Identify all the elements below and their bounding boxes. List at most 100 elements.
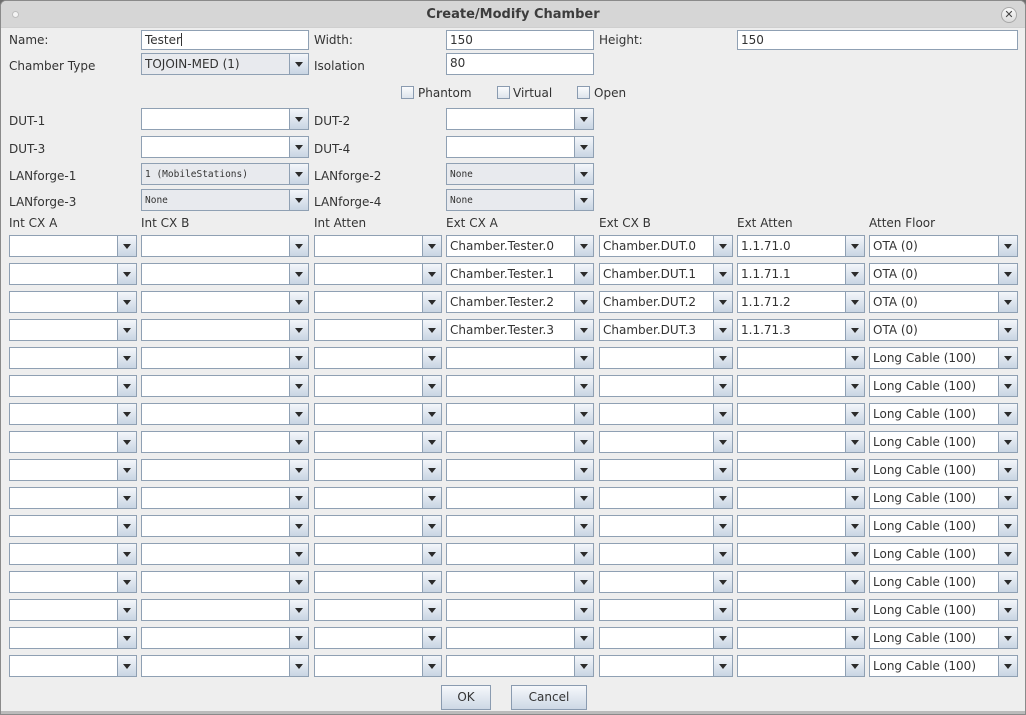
ok-button[interactable]: OK [441, 685, 491, 710]
dut3-select[interactable] [141, 136, 309, 158]
chevron-down-icon[interactable] [713, 516, 732, 536]
phantom-checkbox[interactable] [401, 86, 414, 99]
chevron-down-icon[interactable] [117, 600, 136, 620]
atten-floor-select[interactable]: OTA (0) [869, 291, 1018, 313]
int-cx-b-select[interactable] [141, 235, 309, 257]
int-cx-b-select[interactable] [141, 655, 309, 677]
ext-atten-select[interactable] [737, 515, 865, 537]
int-atten-select[interactable] [314, 487, 442, 509]
atten-floor-select[interactable]: Long Cable (100) [869, 599, 1018, 621]
chevron-down-icon[interactable] [117, 376, 136, 396]
chevron-down-icon[interactable] [422, 572, 441, 592]
ext-cx-b-select[interactable]: Chamber.DUT.1 [599, 263, 733, 285]
chevron-down-icon[interactable] [998, 516, 1017, 536]
atten-floor-select[interactable]: Long Cable (100) [869, 347, 1018, 369]
atten-floor-select[interactable]: OTA (0) [869, 319, 1018, 341]
chevron-down-icon[interactable] [845, 544, 864, 564]
chevron-down-icon[interactable] [422, 544, 441, 564]
ext-cx-b-select[interactable]: Chamber.DUT.2 [599, 291, 733, 313]
int-cx-b-select[interactable] [141, 571, 309, 593]
dut2-select[interactable] [446, 108, 594, 130]
ext-cx-a-select[interactable] [446, 571, 594, 593]
chevron-down-icon[interactable] [713, 600, 732, 620]
atten-floor-select[interactable]: Long Cable (100) [869, 571, 1018, 593]
int-cx-b-select[interactable] [141, 627, 309, 649]
chevron-down-icon[interactable] [289, 572, 308, 592]
chevron-down-icon[interactable] [422, 656, 441, 676]
ext-atten-select[interactable] [737, 431, 865, 453]
chevron-down-icon[interactable] [845, 320, 864, 340]
chevron-down-icon[interactable] [289, 137, 308, 157]
chevron-down-icon[interactable] [289, 292, 308, 312]
chevron-down-icon[interactable] [845, 264, 864, 284]
atten-floor-select[interactable]: Long Cable (100) [869, 487, 1018, 509]
ext-cx-b-select[interactable] [599, 655, 733, 677]
int-cx-b-select[interactable] [141, 291, 309, 313]
int-cx-a-select[interactable] [9, 319, 137, 341]
ext-cx-b-select[interactable] [599, 571, 733, 593]
chevron-down-icon[interactable] [117, 432, 136, 452]
chevron-down-icon[interactable] [574, 656, 593, 676]
int-cx-a-select[interactable] [9, 487, 137, 509]
ext-cx-a-select[interactable] [446, 375, 594, 397]
lanforge3-select[interactable]: None [141, 189, 309, 211]
chevron-down-icon[interactable] [713, 376, 732, 396]
chevron-down-icon[interactable] [845, 404, 864, 424]
ext-atten-select[interactable]: 1.1.71.3 [737, 319, 865, 341]
int-atten-select[interactable] [314, 319, 442, 341]
chevron-down-icon[interactable] [845, 376, 864, 396]
lanforge4-select[interactable]: None [446, 189, 594, 211]
ext-cx-a-select[interactable] [446, 459, 594, 481]
int-cx-a-select[interactable] [9, 291, 137, 313]
chevron-down-icon[interactable] [117, 572, 136, 592]
chevron-down-icon[interactable] [998, 404, 1017, 424]
int-cx-a-select[interactable] [9, 375, 137, 397]
ext-cx-b-select[interactable] [599, 627, 733, 649]
chevron-down-icon[interactable] [289, 164, 308, 184]
int-cx-b-select[interactable] [141, 375, 309, 397]
chevron-down-icon[interactable] [289, 516, 308, 536]
dut4-select[interactable] [446, 136, 594, 158]
ext-cx-b-select[interactable] [599, 347, 733, 369]
int-atten-select[interactable] [314, 515, 442, 537]
chevron-down-icon[interactable] [117, 516, 136, 536]
int-cx-a-select[interactable] [9, 347, 137, 369]
int-atten-select[interactable] [314, 235, 442, 257]
virtual-checkbox[interactable] [497, 86, 510, 99]
chevron-down-icon[interactable] [422, 460, 441, 480]
chevron-down-icon[interactable] [998, 544, 1017, 564]
ext-atten-select[interactable] [737, 375, 865, 397]
chevron-down-icon[interactable] [713, 544, 732, 564]
chevron-down-icon[interactable] [117, 348, 136, 368]
chevron-down-icon[interactable] [574, 137, 593, 157]
chevron-down-icon[interactable] [574, 404, 593, 424]
chevron-down-icon[interactable] [845, 656, 864, 676]
name-field[interactable]: Tester [141, 30, 309, 50]
int-cx-b-select[interactable] [141, 543, 309, 565]
int-cx-b-select[interactable] [141, 459, 309, 481]
title-bar[interactable]: Create/Modify Chamber ✕ [1, 1, 1025, 28]
chevron-down-icon[interactable] [289, 190, 308, 210]
int-atten-select[interactable] [314, 599, 442, 621]
chevron-down-icon[interactable] [422, 376, 441, 396]
ext-atten-select[interactable] [737, 627, 865, 649]
chevron-down-icon[interactable] [289, 404, 308, 424]
chevron-down-icon[interactable] [574, 572, 593, 592]
chevron-down-icon[interactable] [574, 432, 593, 452]
chevron-down-icon[interactable] [845, 348, 864, 368]
ext-cx-a-select[interactable]: Chamber.Tester.3 [446, 319, 594, 341]
chevron-down-icon[interactable] [713, 348, 732, 368]
chevron-down-icon[interactable] [713, 572, 732, 592]
int-cx-a-select[interactable] [9, 431, 137, 453]
chevron-down-icon[interactable] [289, 236, 308, 256]
chevron-down-icon[interactable] [117, 264, 136, 284]
chevron-down-icon[interactable] [998, 488, 1017, 508]
int-cx-a-select[interactable] [9, 403, 137, 425]
ext-cx-a-select[interactable] [446, 403, 594, 425]
chevron-down-icon[interactable] [713, 264, 732, 284]
chevron-down-icon[interactable] [713, 320, 732, 340]
chevron-down-icon[interactable] [574, 292, 593, 312]
ext-atten-select[interactable] [737, 599, 865, 621]
ext-cx-b-select[interactable] [599, 403, 733, 425]
atten-floor-select[interactable]: Long Cable (100) [869, 375, 1018, 397]
